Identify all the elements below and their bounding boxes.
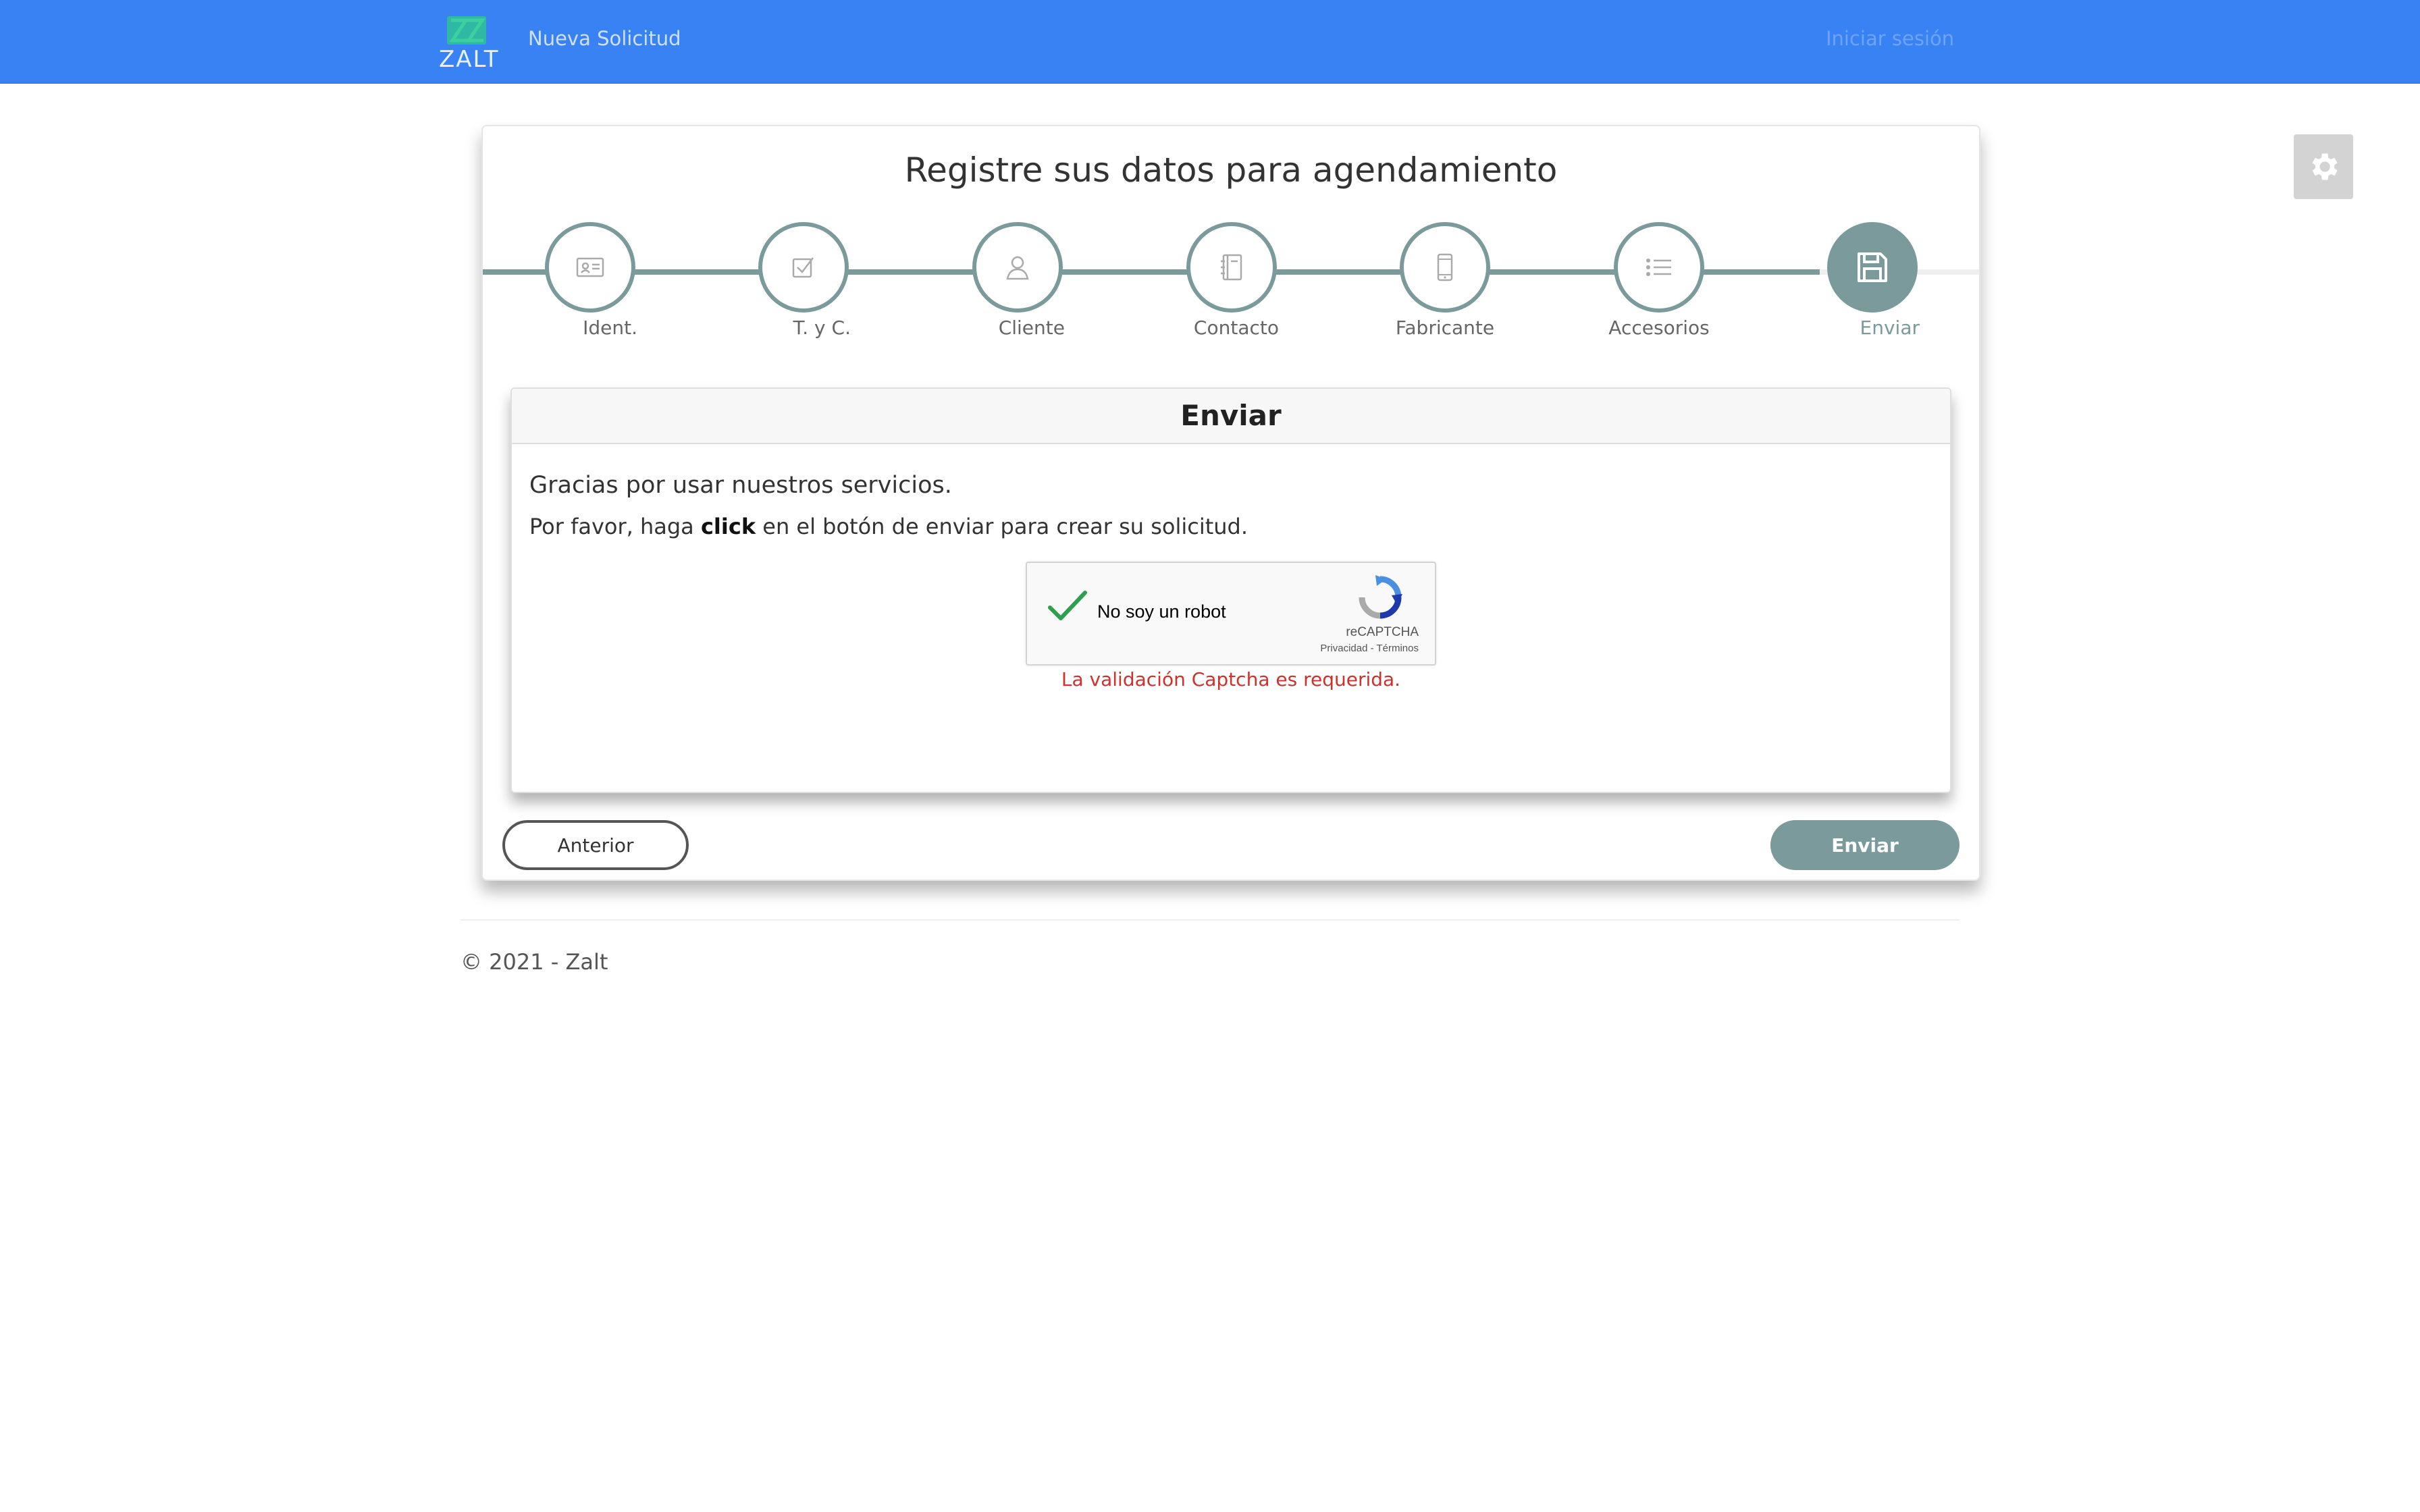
step-client[interactable]: Cliente: [970, 222, 1065, 339]
step-label: Accesorios: [1608, 317, 1710, 339]
user-icon: [1006, 256, 1029, 280]
recaptcha-logo-icon: [1359, 575, 1402, 619]
captcha-error-message: La validación Captcha es requerida.: [1061, 668, 1401, 691]
step-terms[interactable]: T. y C.: [756, 222, 851, 339]
address-book-icon: [1221, 254, 1242, 281]
top-navbar: ZALT Nueva Solicitud Iniciar sesión: [0, 0, 2420, 84]
instruction-text: Por favor, haga click en el botón de env…: [529, 514, 1248, 539]
step-label: Enviar: [1860, 317, 1920, 339]
logo-text: ZALT: [439, 46, 500, 73]
recaptcha-widget: No soy un robot reCAPTCHA Privacidad - T…: [1026, 562, 1436, 666]
step-submit[interactable]: Enviar: [1825, 222, 1920, 339]
recaptcha-checkbox[interactable]: [1047, 590, 1088, 626]
checkbox-icon: [792, 257, 814, 278]
submit-button[interactable]: Enviar: [1770, 820, 1959, 870]
step-circle: [758, 222, 849, 313]
step-circle: [1400, 222, 1490, 313]
thanks-text: Gracias por usar nuestros servicios.: [529, 472, 952, 499]
list-icon: [1646, 259, 1671, 276]
step-identification[interactable]: Ident.: [543, 222, 637, 339]
recaptcha-links[interactable]: Privacidad - Términos: [1320, 643, 1419, 654]
submit-panel: Enviar Gracias por usar nuestros servici…: [510, 387, 1951, 793]
nav-login-link[interactable]: Iniciar sesión: [1826, 27, 1954, 50]
footer-divider: [461, 919, 1959, 921]
footer-copyright: © 2021 - Zalt: [461, 949, 608, 975]
step-label: Contacto: [1193, 317, 1279, 339]
zalt-logo[interactable]: ZALT: [439, 14, 500, 73]
nav-new-request-link[interactable]: Nueva Solicitud: [528, 27, 681, 50]
step-label: Ident.: [583, 317, 637, 339]
recaptcha-label: No soy un robot: [1097, 601, 1226, 622]
panel-heading: Enviar: [512, 389, 1950, 444]
mobile-phone-icon: [1437, 253, 1453, 281]
step-accessories[interactable]: Accesorios: [1608, 222, 1710, 339]
step-circle: [545, 222, 635, 313]
instruction-suffix: en el botón de enviar para crear su soli…: [756, 514, 1248, 539]
recaptcha-brand: reCAPTCHA: [1346, 625, 1419, 639]
wizard-title: Registre sus datos para agendamiento: [904, 151, 1558, 190]
instruction-prefix: Por favor, haga: [529, 514, 701, 539]
zalt-logo-icon: [447, 16, 486, 45]
step-circle: [1614, 222, 1704, 313]
gear-icon: [2312, 153, 2338, 180]
step-label: Cliente: [998, 317, 1065, 339]
id-card-icon: [576, 257, 604, 277]
step-label: T. y C.: [793, 317, 851, 339]
step-contact[interactable]: Contacto: [1184, 222, 1279, 339]
settings-button[interactable]: [2294, 134, 2353, 199]
step-label: Fabricante: [1395, 317, 1495, 339]
step-circle: [1186, 222, 1277, 313]
checkmark-icon: [1048, 591, 1087, 620]
registration-wizard-card: Registre sus datos para agendamiento Ide…: [481, 125, 1980, 881]
floppy-disk-icon: [1858, 252, 1887, 282]
step-manufacturer[interactable]: Fabricante: [1395, 222, 1495, 339]
step-circle-active: [1827, 222, 1918, 313]
step-circle: [972, 222, 1063, 313]
previous-button[interactable]: Anterior: [502, 820, 689, 870]
instruction-bold: click: [700, 514, 756, 539]
